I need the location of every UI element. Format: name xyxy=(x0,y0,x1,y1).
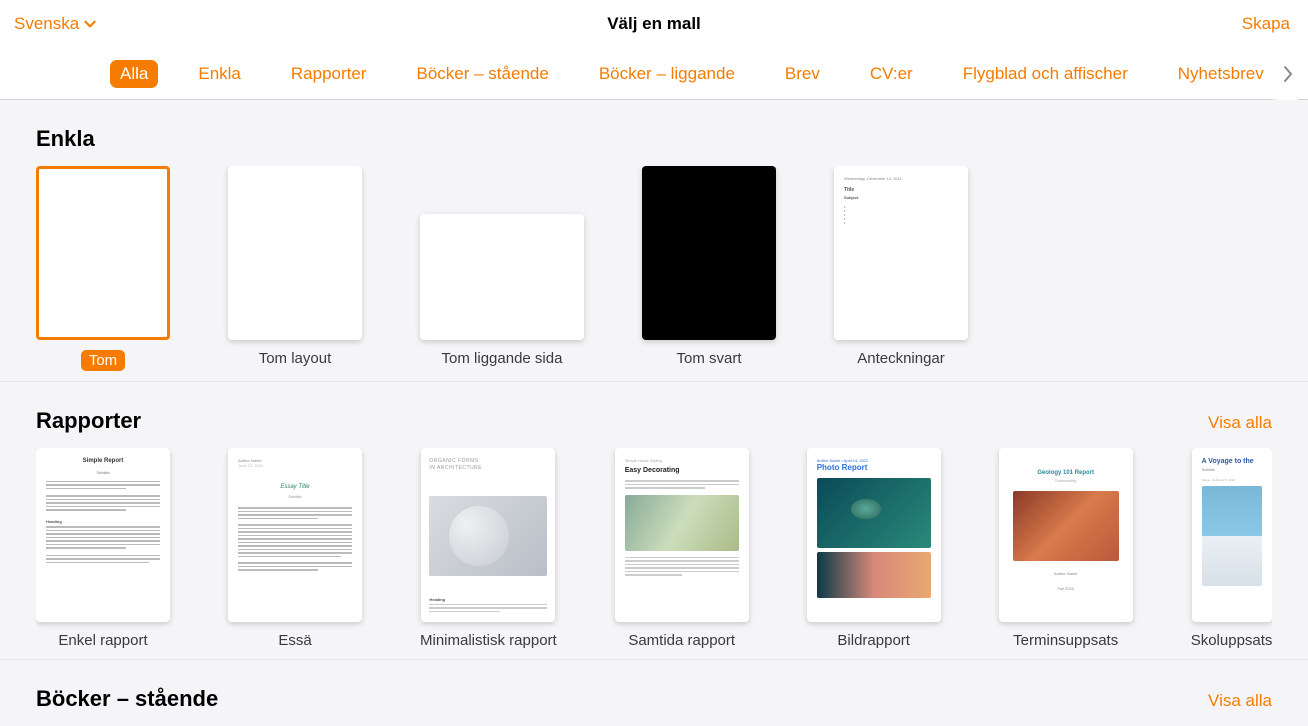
template-minimalist-report-thumb: ORGANIC FORMS IN ARCHITECTURE Heading xyxy=(421,448,555,622)
template-essay[interactable]: Author Name June 21, 2022 Essay Title Su… xyxy=(228,448,362,649)
content-area: Enkla Tom Tom layout Tom liggande sida T… xyxy=(0,100,1308,726)
category-basic[interactable]: Enkla xyxy=(188,60,251,88)
template-contemporary-report[interactable]: Simple Home Styling Easy Decorating xyxy=(615,448,749,649)
category-flyers[interactable]: Flygblad och affischer xyxy=(953,60,1138,88)
template-photo-report[interactable]: Author Name • April 14, 2022 Photo Repor… xyxy=(807,448,941,649)
template-blank-label: Tom xyxy=(81,350,125,371)
template-blank-black-thumb xyxy=(642,166,776,340)
section-reports-title: Rapporter xyxy=(36,408,141,434)
category-newsletters[interactable]: Nyhetsbrev xyxy=(1168,60,1274,88)
category-bar: Alla Enkla Rapporter Böcker – stående Bö… xyxy=(0,48,1308,100)
section-books-portrait: Böcker – stående Visa alla xyxy=(0,660,1308,726)
template-simple-report-thumb: Simple Report Subtitle Heading xyxy=(36,448,170,622)
template-blank-layout-thumb xyxy=(228,166,362,340)
template-blank-landscape-thumb xyxy=(420,214,584,340)
template-photo-report-thumb: Author Name • April 14, 2022 Photo Repor… xyxy=(807,448,941,622)
template-minimalist-report[interactable]: ORGANIC FORMS IN ARCHITECTURE Heading Mi… xyxy=(420,448,557,649)
template-term-paper-label: Terminsuppsats xyxy=(1013,632,1118,649)
category-cards[interactable]: Kort xyxy=(1304,60,1308,88)
header: Svenska Välj en mall Skapa xyxy=(0,0,1308,48)
template-blank-thumb xyxy=(36,166,170,340)
language-selector[interactable]: Svenska xyxy=(14,0,97,48)
template-term-paper-thumb: Geology 101 Report Subheading Author Nam… xyxy=(999,448,1133,622)
basic-template-row: Tom Tom layout Tom liggande sida Tom sva… xyxy=(36,166,1272,371)
template-school-report-label: Skoluppsats xyxy=(1191,632,1272,649)
template-blank-black[interactable]: Tom svart xyxy=(642,166,776,371)
template-minimalist-report-label: Minimalistisk rapport xyxy=(420,632,557,649)
section-reports-showall[interactable]: Visa alla xyxy=(1208,413,1272,433)
template-blank[interactable]: Tom xyxy=(36,166,170,371)
category-letters[interactable]: Brev xyxy=(775,60,830,88)
template-blank-landscape[interactable]: Tom liggande sida xyxy=(420,166,584,371)
template-essay-thumb: Author Name June 21, 2022 Essay Title Su… xyxy=(228,448,362,622)
category-scroll-right[interactable] xyxy=(1268,48,1298,100)
template-school-report[interactable]: A Voyage to the Subtitle Name · February… xyxy=(1191,448,1272,649)
category-reports[interactable]: Rapporter xyxy=(281,60,377,88)
category-resumes[interactable]: CV:er xyxy=(860,60,923,88)
template-blank-layout-label: Tom layout xyxy=(259,350,332,367)
chevron-down-icon xyxy=(83,17,97,31)
chevron-right-icon xyxy=(1282,65,1294,83)
template-school-report-thumb: A Voyage to the Subtitle Name · February… xyxy=(1192,448,1272,622)
template-notes-label: Anteckningar xyxy=(857,350,945,367)
template-blank-black-label: Tom svart xyxy=(676,350,741,367)
template-photo-report-label: Bildrapport xyxy=(837,632,910,649)
category-all[interactable]: Alla xyxy=(110,60,158,88)
section-books-portrait-showall[interactable]: Visa alla xyxy=(1208,691,1272,711)
template-simple-report[interactable]: Simple Report Subtitle Heading Enkel rap… xyxy=(36,448,170,649)
page-title: Välj en mall xyxy=(607,14,701,34)
category-books-portrait[interactable]: Böcker – stående xyxy=(407,60,559,88)
section-books-portrait-title: Böcker – stående xyxy=(36,686,218,712)
category-books-landscape[interactable]: Böcker – liggande xyxy=(589,60,745,88)
section-basic: Enkla Tom Tom layout Tom liggande sida T… xyxy=(0,100,1308,382)
template-term-paper[interactable]: Geology 101 Report Subheading Author Nam… xyxy=(999,448,1133,649)
template-essay-label: Essä xyxy=(278,632,311,649)
section-reports: Rapporter Visa alla Simple Report Subtit… xyxy=(0,382,1308,660)
language-label: Svenska xyxy=(14,14,79,34)
template-notes-thumb: Wednesday, December 14, 2011 Title Subje… xyxy=(834,166,968,340)
create-button[interactable]: Skapa xyxy=(1242,0,1290,48)
template-blank-landscape-label: Tom liggande sida xyxy=(442,350,563,367)
template-contemporary-report-label: Samtida rapport xyxy=(628,632,735,649)
section-basic-title: Enkla xyxy=(36,126,95,152)
template-blank-layout[interactable]: Tom layout xyxy=(228,166,362,371)
template-notes[interactable]: Wednesday, December 14, 2011 Title Subje… xyxy=(834,166,968,371)
reports-template-row: Simple Report Subtitle Heading Enkel rap… xyxy=(36,448,1272,649)
template-contemporary-report-thumb: Simple Home Styling Easy Decorating xyxy=(615,448,749,622)
template-simple-report-label: Enkel rapport xyxy=(58,632,147,649)
